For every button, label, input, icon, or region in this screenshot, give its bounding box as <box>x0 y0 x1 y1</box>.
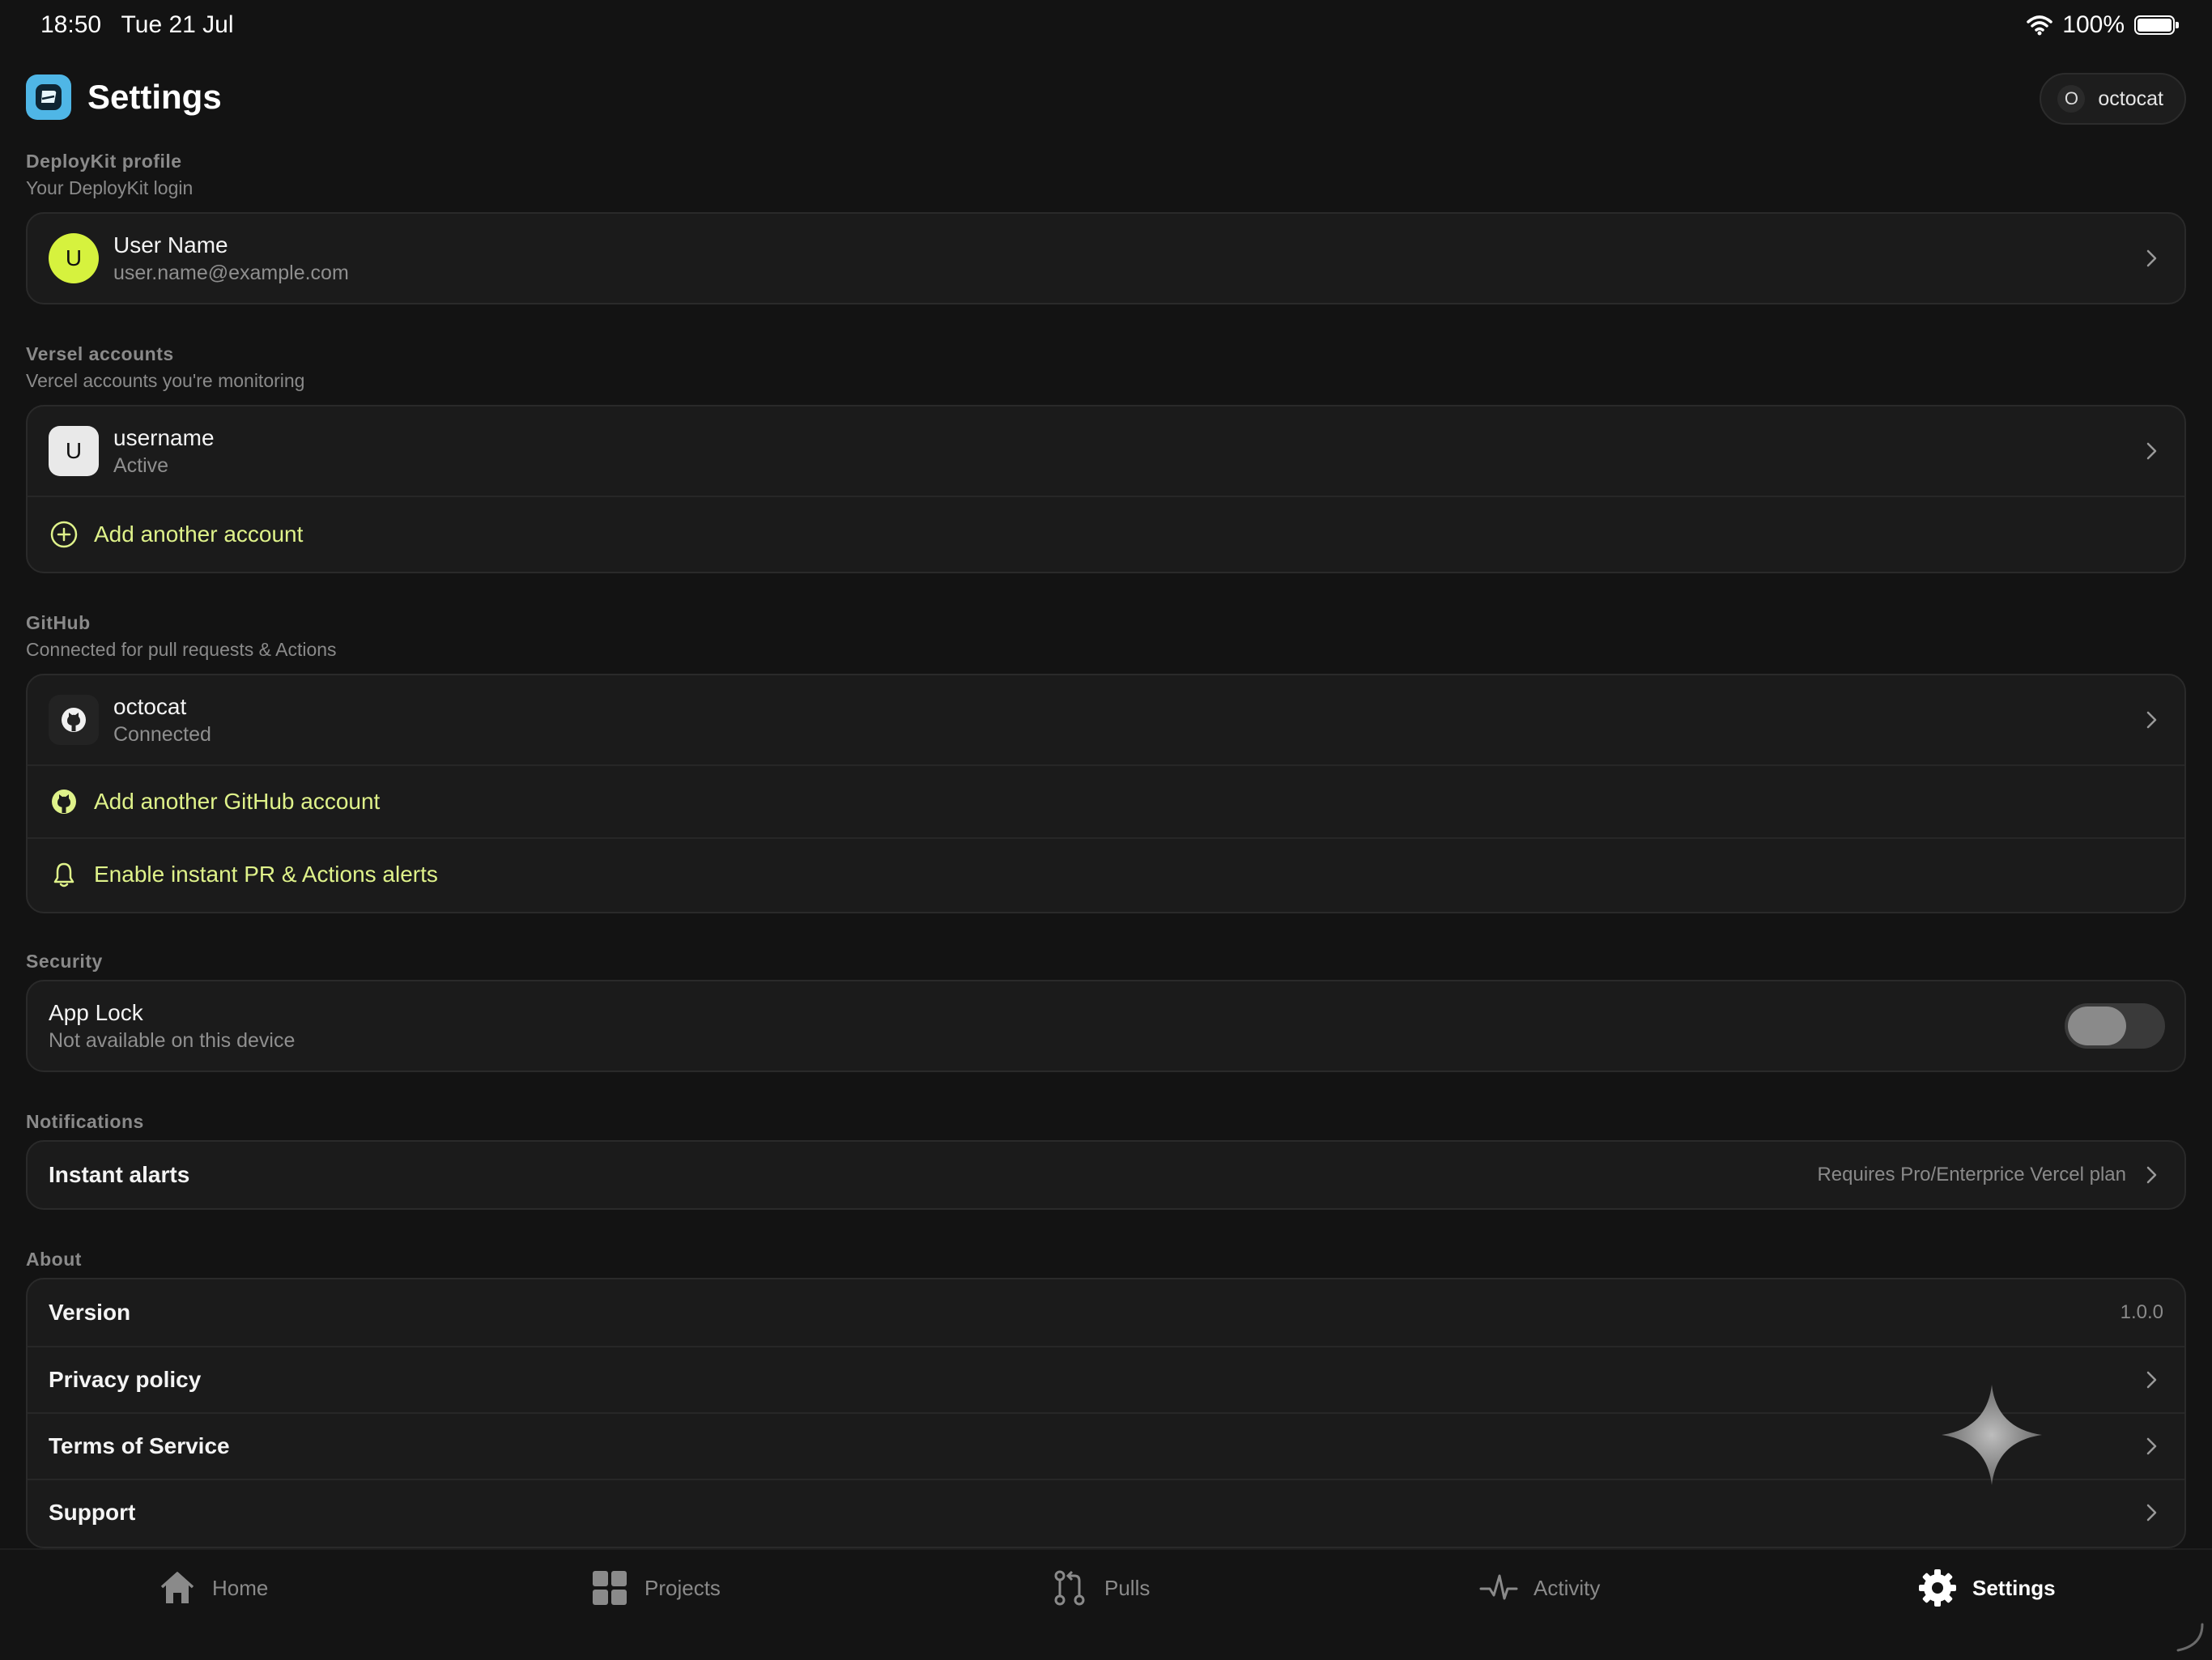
app-lock-row: App Lock Not available on this device <box>28 981 2184 1070</box>
terms-of-service-label: Terms of Service <box>49 1433 230 1458</box>
status-time: 18:50 Tue 21 Jul <box>40 11 234 39</box>
pull-request-icon <box>1054 1570 1085 1606</box>
enable-alerts-label: Enable instant PR & Actions alerts <box>94 862 438 887</box>
wifi-icon <box>2027 15 2053 36</box>
github-account-row[interactable]: octocat Connected <box>28 675 2184 764</box>
instant-alerts-note: Requires Pro/Enterprice Vercel plan <box>1817 1164 2126 1185</box>
terms-of-service-row[interactable]: Terms of Service <box>28 1412 2184 1479</box>
tab-home[interactable]: Home <box>157 1568 268 1608</box>
version-row: Version 1.0.0 <box>28 1279 2184 1346</box>
add-vercel-account-label: Add another account <box>94 521 304 547</box>
chevron-right-icon <box>2146 711 2157 729</box>
profile-card: U User Name user.name@example.com <box>26 212 2186 304</box>
profile-row[interactable]: U User Name user.name@example.com <box>28 214 2184 303</box>
app-lock-note: Not available on this device <box>49 1028 296 1052</box>
app-lock-toggle[interactable] <box>2065 1003 2165 1049</box>
section-title: DeployKit profile <box>26 151 182 172</box>
page-title: Settings <box>87 78 222 116</box>
about-card: Version 1.0.0 Privacy policy Terms of Se… <box>26 1278 2186 1548</box>
gear-icon <box>1919 1569 1956 1607</box>
section-subtitle: Connected for pull requests & Actions <box>26 639 337 660</box>
sparkle-icon <box>1942 1385 2042 1485</box>
tab-label: Home <box>212 1575 269 1600</box>
security-card: App Lock Not available on this device <box>26 980 2186 1072</box>
tab-activity[interactable]: Activity <box>1478 1568 1600 1608</box>
vercel-account-name: username <box>113 424 215 450</box>
privacy-policy-label: Privacy policy <box>49 1367 202 1392</box>
avatar: U <box>49 233 99 283</box>
tab-label: Projects <box>644 1575 721 1600</box>
add-vercel-account-button[interactable]: Add another account <box>28 496 2184 572</box>
section-title: Security <box>26 951 103 972</box>
tab-settings[interactable]: Settings <box>1917 1568 2056 1608</box>
bell-icon <box>53 862 74 887</box>
github-account-name: octocat <box>113 693 187 719</box>
activity-icon <box>1479 1574 1518 1600</box>
battery-icon <box>2134 15 2179 35</box>
grid-icon <box>593 1571 627 1605</box>
tab-pulls[interactable]: Pulls <box>1049 1568 1150 1608</box>
version-value: 1.0.0 <box>2120 1301 2163 1323</box>
section-title: About <box>26 1249 82 1270</box>
add-github-account-label: Add another GitHub account <box>94 789 381 814</box>
instant-alerts-label: Instant alarts <box>49 1162 190 1187</box>
chevron-right-icon <box>2146 249 2157 267</box>
chevron-right-icon <box>2146 1504 2157 1522</box>
avatar: O <box>2057 85 2086 113</box>
notifications-section-header: Notifications <box>26 1111 2186 1133</box>
github-card: octocat Connected Add another GitHub acc… <box>26 674 2186 913</box>
app-logo-icon <box>26 74 71 120</box>
account-switcher-button[interactable]: O octocat <box>2040 73 2186 125</box>
section-subtitle: Vercel accounts you're monitoring <box>26 370 305 391</box>
notifications-card: Instant alarts Requires Pro/Enterprice V… <box>26 1140 2186 1210</box>
status-clock: 18:50 <box>40 11 102 38</box>
add-github-account-button[interactable]: Add another GitHub account <box>28 764 2184 837</box>
profile-section-header: DeployKit profile Your DeployKit login <box>26 151 2186 199</box>
home-icon <box>160 1572 194 1603</box>
vercel-account-row[interactable]: U username Active <box>28 406 2184 496</box>
avatar: U <box>49 426 99 476</box>
section-title: Notifications <box>26 1111 144 1132</box>
github-icon <box>49 695 99 745</box>
vercel-account-status: Active <box>113 453 169 477</box>
tab-label: Pulls <box>1104 1575 1151 1600</box>
enable-alerts-button[interactable]: Enable instant PR & Actions alerts <box>28 837 2184 910</box>
version-label: Version <box>49 1300 131 1325</box>
section-title: Versel accounts <box>26 343 174 364</box>
status-bar: 18:50 Tue 21 Jul 100% <box>0 0 2212 50</box>
tab-projects[interactable]: Projects <box>589 1568 721 1608</box>
github-account-status: Connected <box>113 722 211 746</box>
vercel-accounts-card: U username Active Add another account <box>26 405 2186 573</box>
tab-bar: Home Projects Pulls Activity Settings <box>0 1548 2212 1660</box>
chevron-right-icon <box>2146 1371 2157 1389</box>
github-section-header: GitHub Connected for pull requests & Act… <box>26 612 2186 661</box>
about-section-header: About <box>26 1249 2186 1271</box>
vercel-section-header: Versel accounts Vercel accounts you're m… <box>26 343 2186 392</box>
section-subtitle: Your DeployKit login <box>26 177 194 198</box>
status-date: Tue 21 Jul <box>121 11 234 38</box>
section-title: GitHub <box>26 612 91 633</box>
plus-circle-icon <box>50 521 78 548</box>
corner-indicator-icon <box>2176 1623 2204 1652</box>
chevron-right-icon <box>2146 1437 2157 1455</box>
instant-alerts-row[interactable]: Instant alarts Requires Pro/Enterprice V… <box>28 1142 2184 1208</box>
profile-name: User Name <box>113 232 228 258</box>
app-lock-label: App Lock <box>49 999 143 1025</box>
page-header: Settings <box>26 74 222 120</box>
github-icon <box>52 790 76 814</box>
support-row[interactable]: Support <box>28 1479 2184 1545</box>
toggle-knob <box>2068 1007 2126 1045</box>
profile-email: user.name@example.com <box>113 261 349 284</box>
privacy-policy-row[interactable]: Privacy policy <box>28 1346 2184 1412</box>
battery-percent: 100% <box>2062 11 2125 38</box>
chevron-right-icon <box>2146 442 2157 460</box>
tab-label: Activity <box>1534 1575 1601 1600</box>
support-label: Support <box>49 1500 136 1525</box>
status-indicators: 100% <box>2027 11 2179 39</box>
tab-label: Settings <box>1972 1575 2056 1600</box>
account-switcher-name: octocat <box>2098 87 2163 110</box>
chevron-right-icon <box>2146 1166 2157 1184</box>
security-section-header: Security <box>26 951 2186 973</box>
